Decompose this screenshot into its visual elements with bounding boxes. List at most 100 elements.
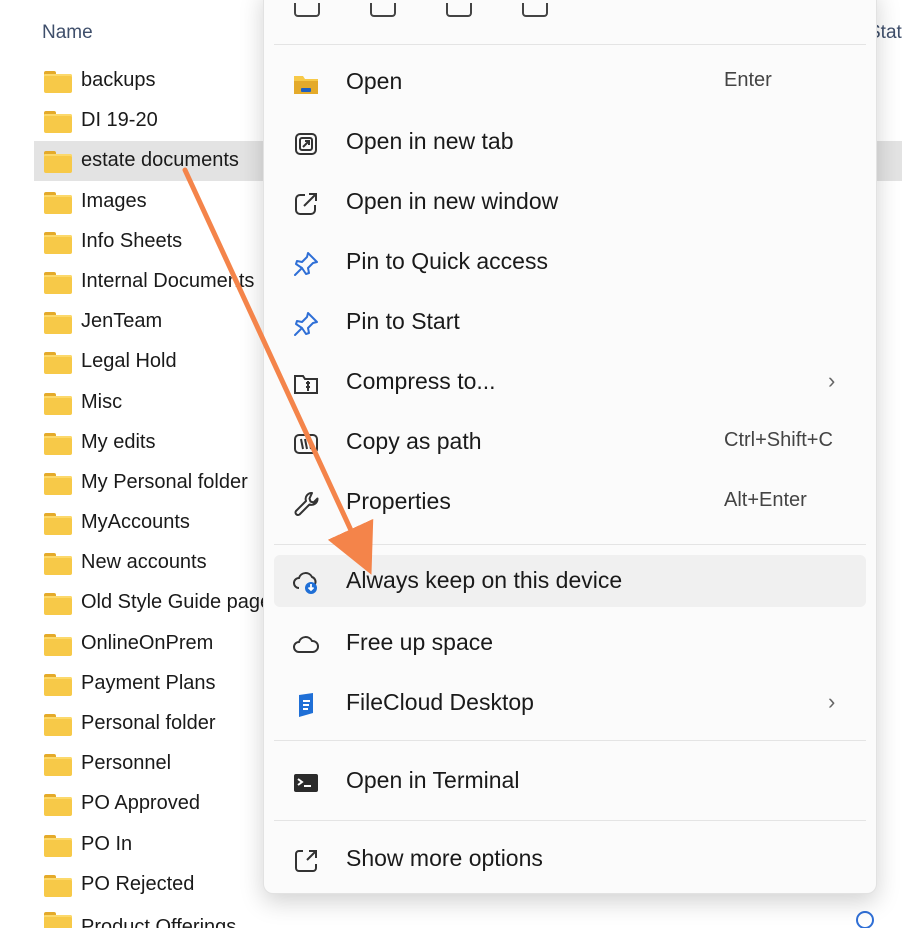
list-item-label: Personal folder	[81, 712, 216, 734]
menu-item-label: FileCloud Desktop	[346, 689, 534, 715]
folder-icon	[44, 312, 72, 335]
list-item-label: Images	[81, 189, 147, 212]
menu-separator	[274, 44, 866, 45]
list-item-label: Personnel	[81, 752, 172, 775]
folder-icon	[44, 673, 72, 696]
list-item-label: OnlineOnPrem	[81, 631, 214, 654]
menu-item-label: Show more options	[346, 845, 543, 871]
shortcut-label: Ctrl+Shift+C	[724, 429, 833, 451]
folder-icon	[44, 754, 72, 777]
list-item-label: Payment Plans	[81, 671, 216, 694]
pin-icon	[294, 252, 318, 276]
folder-icon	[44, 151, 72, 174]
menu-item-properties[interactable]: Properties Alt+Enter	[274, 472, 866, 532]
copy-path-icon	[294, 434, 318, 454]
list-item-label: PO Approved	[81, 792, 200, 815]
folder-icon	[44, 513, 72, 536]
folder-icon	[44, 714, 72, 736]
menu-item-open-new-tab[interactable]: Open in new tab	[274, 112, 866, 172]
zip-icon	[294, 375, 318, 394]
list-item-label: My edits	[81, 430, 156, 453]
menu-item-show-more-options[interactable]: Show more options	[274, 829, 866, 889]
menu-item-free-up-space[interactable]: Free up space	[274, 613, 866, 673]
folder-icon	[44, 271, 72, 294]
menu-item-label: Open in new window	[346, 188, 559, 214]
list-item-label: My Personal folder	[81, 470, 248, 493]
menu-item-label: Compress to...	[346, 368, 496, 394]
menu-item-open-new-window[interactable]: Open in new window	[274, 172, 866, 232]
list-item-label: DI 19-20	[81, 109, 158, 132]
new-tab-icon	[295, 133, 317, 155]
menu-item-open[interactable]: Open Enter	[274, 52, 866, 112]
rename-icon[interactable]	[446, 3, 472, 17]
list-item-label: Misc	[81, 390, 123, 413]
shortcut-label: Enter	[724, 69, 772, 91]
wrench-icon	[294, 492, 319, 516]
list-item-label: backups	[81, 69, 156, 91]
context-menu: Open Enter Open in new tab Open in new w…	[263, 0, 877, 894]
folder-open-icon	[294, 76, 318, 94]
chevron-right-icon: ›	[828, 368, 836, 393]
menu-item-label: Always keep on this device	[346, 567, 623, 593]
folder-icon	[44, 392, 72, 415]
copy-icon[interactable]	[370, 3, 396, 17]
list-item-label: Internal Documents	[81, 269, 255, 292]
menu-item-label: Open in Terminal	[346, 767, 520, 793]
new-window-icon	[295, 193, 317, 215]
folder-icon	[44, 231, 72, 254]
list-item-label: Legal Hold	[81, 350, 177, 373]
list-item-label: MyAccounts	[81, 511, 190, 534]
menu-item-label: Copy as path	[346, 428, 482, 454]
menu-item-label: Free up space	[346, 629, 494, 655]
list-item-label: Old Style Guide pages	[81, 591, 282, 614]
menu-item-open-terminal[interactable]: Open in Terminal	[274, 751, 866, 811]
menu-item-pin-quick-access[interactable]: Pin to Quick access	[274, 232, 866, 292]
menu-separator	[274, 740, 866, 741]
menu-item-always-keep[interactable]: Always keep on this device	[274, 555, 866, 607]
column-header-name[interactable]: Name	[42, 22, 93, 44]
menu-separator	[274, 544, 866, 545]
folder-icon	[44, 432, 72, 455]
chevron-right-icon: ›	[828, 689, 836, 714]
folder-icon	[44, 472, 72, 495]
cloud-icon	[293, 636, 319, 653]
list-item-label: Info Sheets	[81, 229, 183, 252]
folder-icon	[44, 874, 72, 897]
folder-icon	[44, 912, 72, 928]
list-item-label: JenTeam	[81, 310, 163, 333]
folder-icon	[44, 352, 72, 375]
list-item-label: estate documents	[81, 149, 239, 172]
folder-icon	[44, 553, 72, 576]
quick-actions-row	[290, 1, 590, 17]
folder-icon	[44, 191, 72, 214]
more-options-icon	[295, 850, 317, 872]
menu-item-label: Open in new tab	[346, 128, 514, 154]
folder-icon	[44, 794, 72, 817]
list-item-label: Product Offerings	[81, 916, 237, 928]
menu-item-compress[interactable]: Compress to... ›	[274, 352, 866, 412]
list-item[interactable]: Product Offerings	[34, 908, 902, 928]
pin-icon	[294, 312, 318, 336]
shortcut-label: Alt+Enter	[724, 489, 807, 511]
folder-icon	[44, 633, 72, 656]
filecloud-icon	[299, 693, 313, 717]
share-icon[interactable]	[522, 3, 548, 17]
menu-separator	[274, 820, 866, 821]
menu-item-copy-path[interactable]: Copy as path Ctrl+Shift+C	[274, 412, 866, 472]
menu-item-label: Properties	[346, 488, 451, 514]
terminal-icon	[294, 774, 318, 792]
folder-icon	[44, 834, 72, 857]
cut-icon[interactable]	[294, 3, 320, 17]
folder-icon	[44, 111, 72, 134]
menu-item-pin-start[interactable]: Pin to Start	[274, 292, 866, 352]
folder-icon	[44, 71, 72, 93]
menu-item-label: Open	[346, 68, 403, 94]
folder-icon	[44, 593, 72, 616]
cloud-download-icon	[293, 572, 317, 594]
menu-item-label: Pin to Quick access	[346, 248, 548, 274]
list-item-label: PO Rejected	[81, 872, 195, 895]
list-item-label: PO In	[81, 832, 133, 855]
list-item-label: New accounts	[81, 551, 207, 574]
menu-item-filecloud[interactable]: FileCloud Desktop ›	[274, 673, 866, 733]
menu-item-label: Pin to Start	[346, 308, 460, 334]
